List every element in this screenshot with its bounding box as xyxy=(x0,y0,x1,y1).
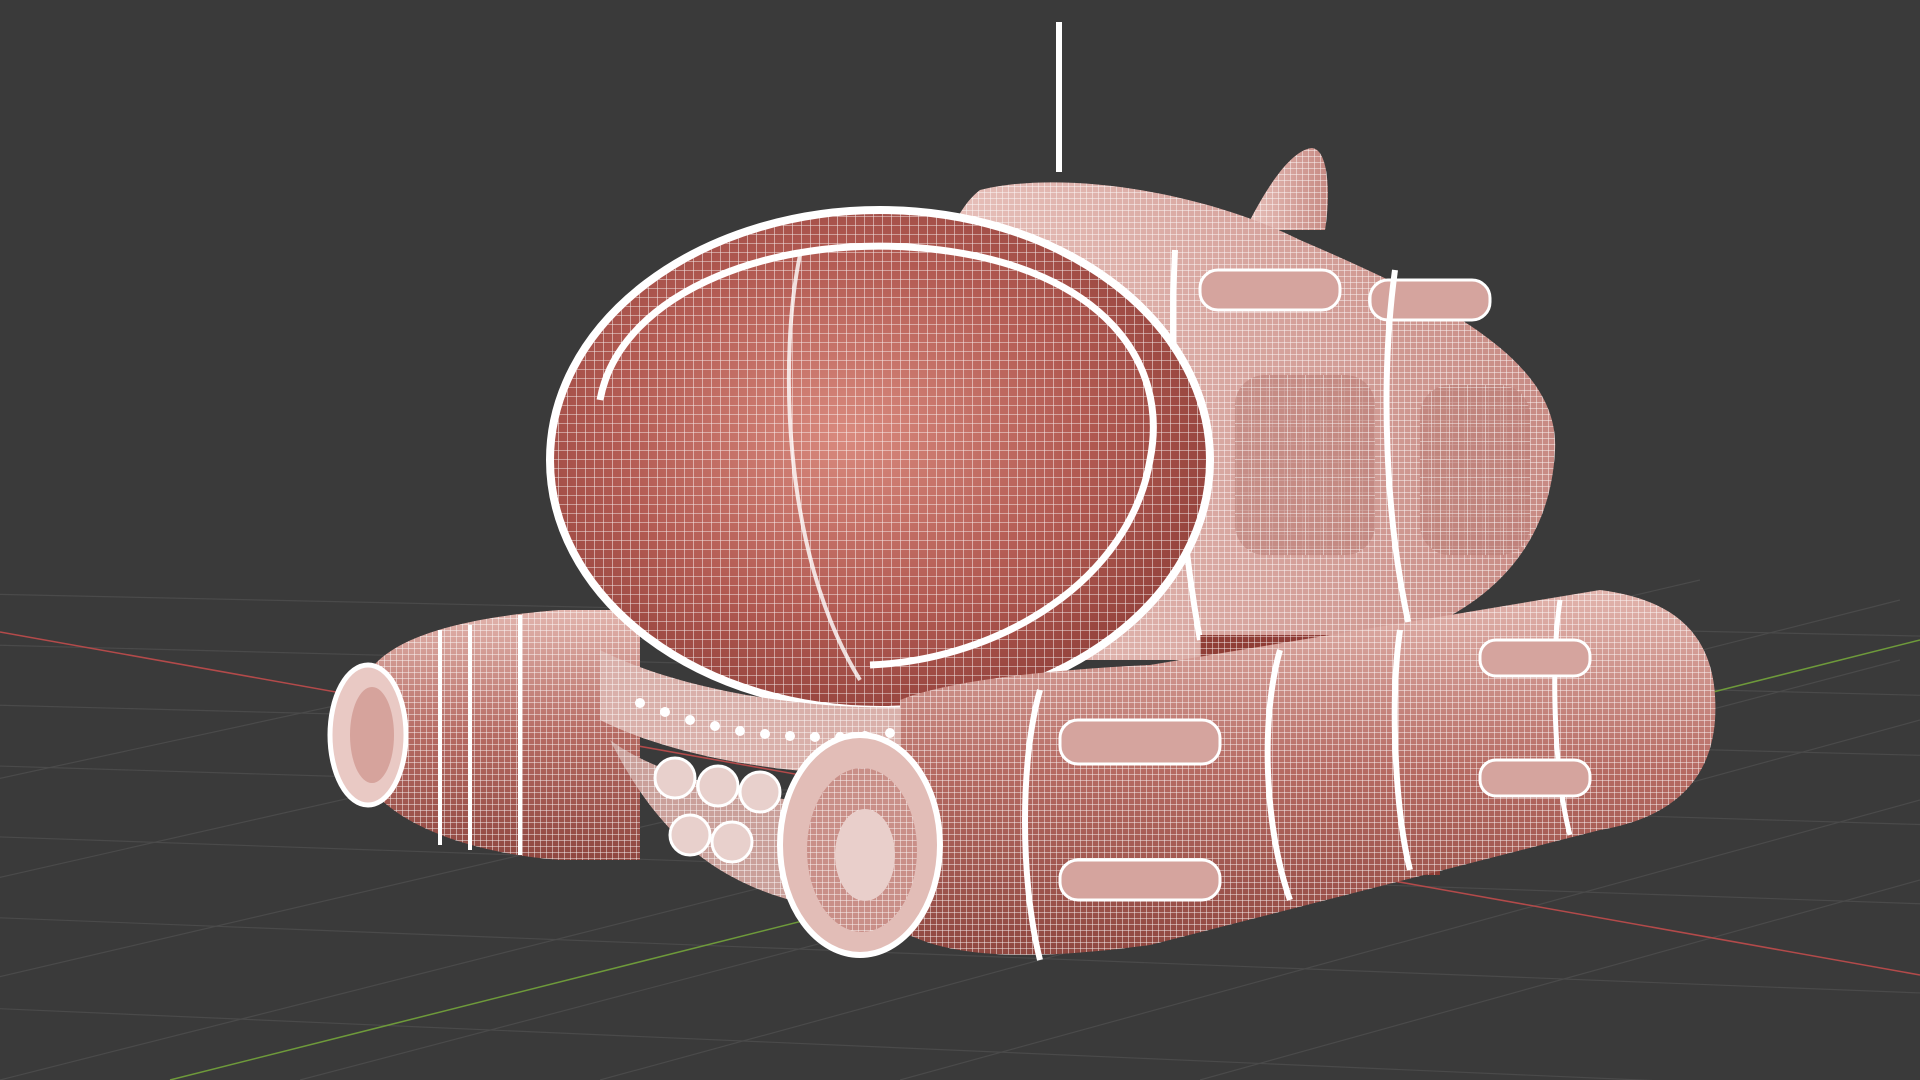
cockpit-dome xyxy=(546,206,1214,714)
antenna xyxy=(1056,22,1062,172)
3d-viewport[interactable] xyxy=(0,0,1920,1080)
dorsal-fin xyxy=(1245,148,1328,230)
left-engine-pod xyxy=(327,610,640,860)
